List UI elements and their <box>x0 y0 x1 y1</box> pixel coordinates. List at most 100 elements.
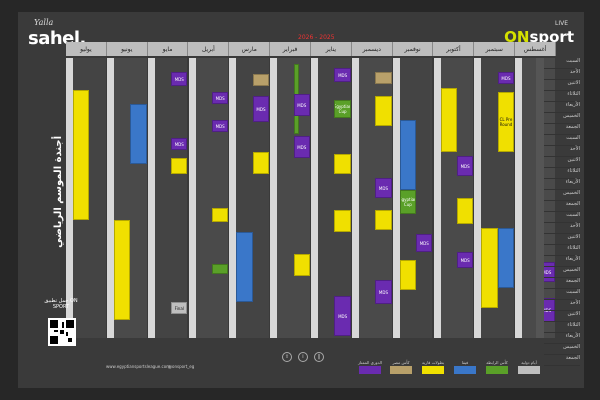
weekday-label: الخميس <box>544 113 580 124</box>
event-block[interactable] <box>440 88 457 152</box>
event-block[interactable]: MDS <box>416 234 433 252</box>
legend-item: كأس الرابطة <box>486 360 508 376</box>
event-block[interactable] <box>334 154 351 174</box>
event-block[interactable]: Egyptian Cup <box>399 190 417 214</box>
event-block[interactable]: MDS <box>171 72 188 86</box>
event-block[interactable]: CL Pre Round <box>497 92 515 152</box>
event-block[interactable] <box>375 96 392 126</box>
event-block[interactable]: MDS <box>497 72 515 84</box>
legend-label: الدوري الممتاز <box>358 360 383 365</box>
weekday-label: السبت <box>544 135 580 146</box>
event-block[interactable] <box>497 228 515 288</box>
month-label: أغسطس <box>515 42 556 56</box>
weekday-label: الأحد <box>544 300 580 311</box>
weekday-label: السبت <box>544 58 580 69</box>
weekday-column: السبت الأحد الاثنين الثلاثاء الأربعاء الخميس ا… <box>544 58 580 366</box>
event-block[interactable] <box>252 152 270 174</box>
poster-frame: Yalla sahel. LIVE ONsport 2026 - 2025 يو… <box>0 0 600 400</box>
event-block[interactable]: MDS <box>293 94 310 116</box>
month-column <box>154 58 188 338</box>
event-block[interactable]: MDS <box>252 96 270 122</box>
legend-label: كأس مصر <box>392 360 410 365</box>
month-label: نوفمبر <box>393 42 434 56</box>
weekday-label: الجمعة <box>544 201 580 212</box>
legend-label: بطولات قارية <box>422 360 445 365</box>
event-block[interactable]: MDS <box>375 280 392 304</box>
weekday-label: الجمعة <box>544 124 580 135</box>
event-block[interactable] <box>236 232 253 302</box>
weekday-label: الاثنين <box>544 157 580 168</box>
qr-code[interactable] <box>48 318 76 346</box>
event-block[interactable]: MDS <box>171 138 188 150</box>
event-block[interactable] <box>130 104 147 164</box>
event-block[interactable]: MDS <box>293 136 310 158</box>
legend-item: أيام دولية <box>518 360 540 376</box>
event-block[interactable] <box>73 90 90 220</box>
event-block[interactable]: MDS <box>334 68 351 82</box>
legend-swatch <box>390 366 412 374</box>
footer-url[interactable]: www.egyptiansportsleague.com <box>106 364 170 369</box>
date-number-column <box>66 58 73 338</box>
event-block[interactable]: MDS <box>456 156 474 176</box>
event-block[interactable] <box>113 220 131 320</box>
event-block[interactable] <box>293 254 310 276</box>
event-block[interactable]: MDS <box>211 92 229 104</box>
event-block[interactable] <box>211 264 229 274</box>
weekday-label: الخميس <box>544 267 580 278</box>
footer-social[interactable]: @onsport_eg <box>168 364 194 369</box>
month-label: يونيو <box>107 42 148 56</box>
event-block[interactable] <box>456 198 474 224</box>
season-label: 2026 - 2025 <box>298 34 335 41</box>
month-label: فبراير <box>270 42 311 56</box>
date-number-column <box>474 58 482 338</box>
qr-title: حمل تطبيق ON SPORT <box>44 298 78 310</box>
weekday-label: الثلاثاء <box>544 91 580 102</box>
date-number-column <box>311 58 318 338</box>
date-number-column <box>392 58 400 338</box>
legend-label: فيفا <box>461 360 469 365</box>
date-number-column <box>433 58 441 338</box>
event-block[interactable]: MDS <box>211 120 229 132</box>
event-block[interactable]: MDS <box>456 252 474 268</box>
agenda-title-text: أجندة الموسم الرياضي <box>52 136 64 248</box>
weekday-label: الجمعة <box>544 355 580 366</box>
share-icon[interactable]: ⇪ <box>282 352 292 362</box>
weekday-label: السبت <box>544 289 580 300</box>
event-block[interactable] <box>375 210 392 230</box>
event-block[interactable] <box>481 228 498 308</box>
event-block[interactable]: Final <box>171 302 188 314</box>
month-label: يناير <box>311 42 352 56</box>
weekday-label: الأربعاء <box>544 102 580 113</box>
event-block[interactable] <box>375 72 392 84</box>
live-label: LIVE <box>554 20 568 27</box>
weekday-label: الاثنين <box>544 80 580 91</box>
weekday-label: الأحد <box>544 223 580 234</box>
weekday-label: الثلاثاء <box>544 168 580 179</box>
date-number-column <box>229 58 237 338</box>
pause-icon[interactable]: ‖ <box>314 352 324 362</box>
date-number-column <box>106 58 114 338</box>
weekday-label: الجمعة <box>544 278 580 289</box>
date-number-column <box>270 58 278 338</box>
date-number-column <box>515 58 523 338</box>
legend-swatch <box>422 366 445 374</box>
event-block[interactable] <box>334 210 351 232</box>
legend-swatch <box>486 366 508 374</box>
event-block[interactable] <box>399 120 417 190</box>
event-block[interactable] <box>252 74 270 86</box>
month-label: سبتمبر <box>474 42 516 56</box>
event-block[interactable]: Egyptian Cup <box>334 100 351 118</box>
info-icon[interactable]: i <box>298 352 308 362</box>
weekday-label: الخميس <box>544 344 580 355</box>
event-block[interactable]: MDS <box>375 178 392 198</box>
weekday-label: الاثنين <box>544 311 580 322</box>
event-block[interactable] <box>211 208 229 222</box>
event-block[interactable] <box>399 260 417 290</box>
day-index-bar <box>536 58 544 338</box>
logo-small-text: Yalla <box>34 18 54 27</box>
month-label: مايو <box>148 42 189 56</box>
event-block[interactable] <box>171 158 188 174</box>
legend-item: بطولات قارية <box>422 360 444 376</box>
event-block[interactable]: MDS <box>334 296 351 336</box>
month-label: أكتوبر <box>434 42 475 56</box>
